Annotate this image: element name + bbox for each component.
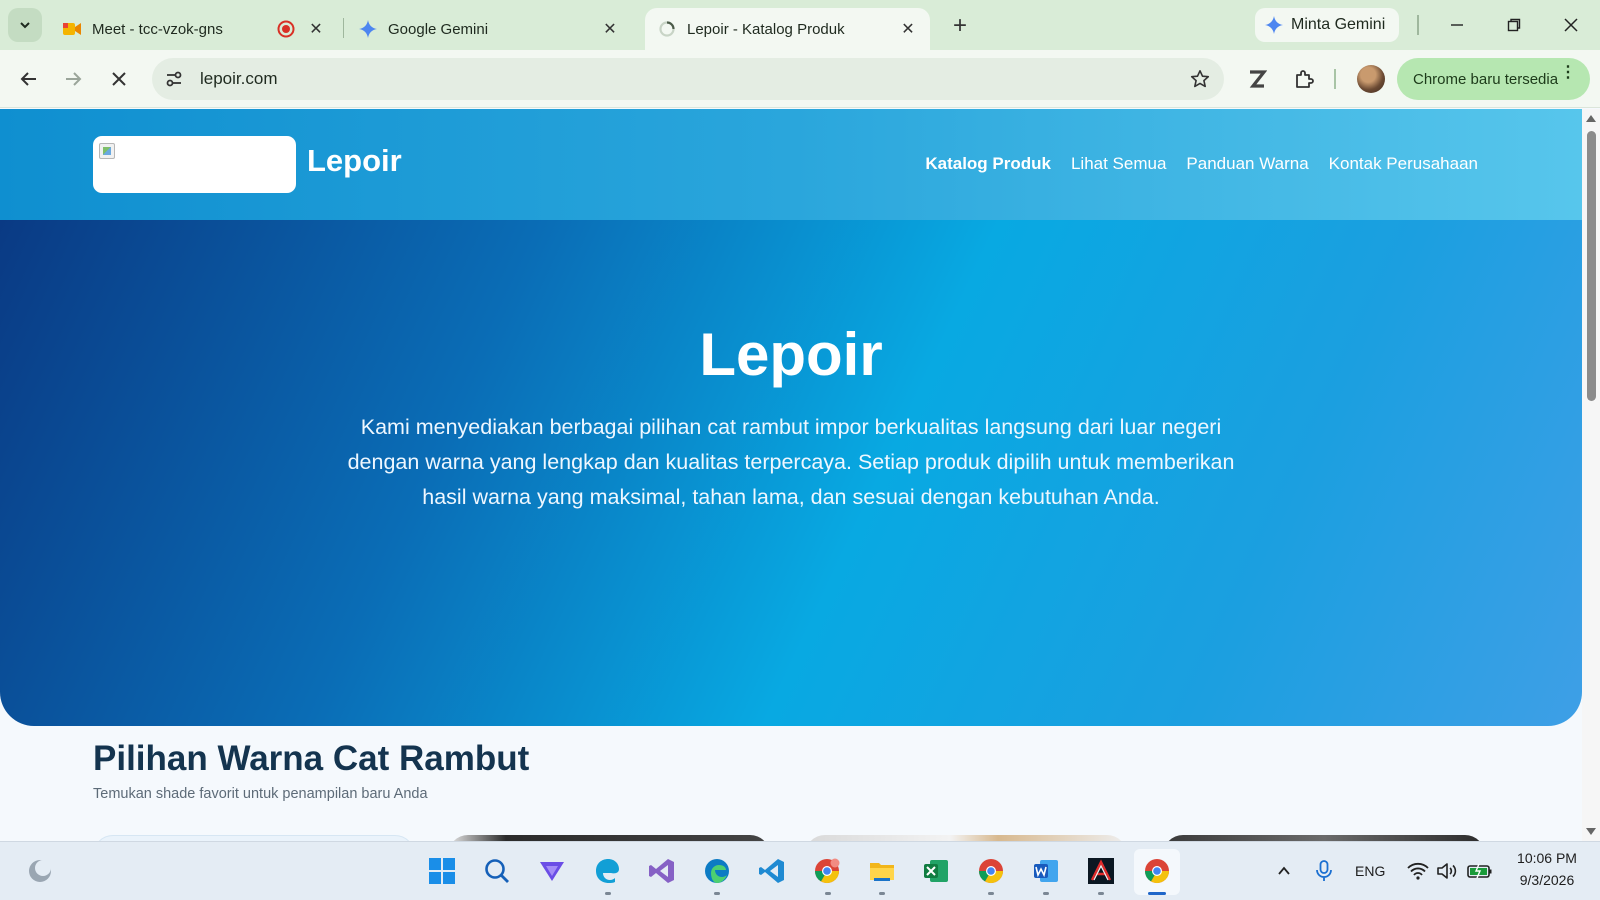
close-icon <box>1564 18 1578 32</box>
site-header: Lepoir Katalog Produk Lihat Semua Pandua… <box>0 109 1582 220</box>
chrome-icon[interactable] <box>974 854 1008 888</box>
chrome-active-icon[interactable] <box>1140 854 1174 888</box>
running-indicator <box>988 892 994 895</box>
close-window-button[interactable] <box>1551 10 1591 40</box>
tab-search-button[interactable] <box>8 8 42 42</box>
scroll-up-icon[interactable] <box>1586 115 1596 122</box>
tab-divider <box>343 18 344 38</box>
language-indicator[interactable]: ENG <box>1355 863 1385 879</box>
site-name[interactable]: Lepoir <box>307 143 402 179</box>
minimize-icon <box>1451 24 1463 26</box>
nav-panduan-warna[interactable]: Panduan Warna <box>1186 154 1308 174</box>
file-explorer-icon[interactable] <box>865 854 899 888</box>
chrome-profile-icon[interactable] <box>810 854 844 888</box>
edge-dev-icon[interactable] <box>590 854 624 888</box>
broken-image-icon <box>99 143 115 159</box>
loading-spinner-icon <box>657 19 677 39</box>
divider <box>1334 69 1336 89</box>
recording-icon <box>276 19 296 39</box>
hero-description: Kami menyediakan berbagai pilihan cat ra… <box>347 415 1235 509</box>
tab-lepoir[interactable]: Lepoir - Katalog Produk ✕ <box>645 8 930 50</box>
running-indicator <box>879 892 885 895</box>
forward-button[interactable] <box>56 62 90 96</box>
running-indicator <box>714 892 720 895</box>
plus-icon: + <box>952 12 967 39</box>
arrow-right-icon <box>66 72 82 86</box>
windows-start-icon[interactable] <box>425 854 459 888</box>
autocad-icon[interactable] <box>1084 854 1118 888</box>
update-label: Chrome baru tersedia <box>1413 70 1559 88</box>
arrow-left-icon <box>20 72 36 86</box>
hero-section: Lepoir Kami menyediakan berbagai pilihan… <box>0 220 1582 726</box>
clock-time[interactable]: 10:06 PM <box>1512 850 1582 866</box>
close-icon[interactable]: ✕ <box>306 19 326 39</box>
excel-icon[interactable] <box>919 854 953 888</box>
tab-title: Google Gemini <box>388 20 489 38</box>
extensions-puzzle-icon[interactable] <box>1287 62 1321 96</box>
tab-title: Lepoir - Katalog Produk <box>687 20 845 38</box>
back-button[interactable] <box>12 62 46 96</box>
tab-title: Meet - tcc-vzok-gns <box>92 20 223 38</box>
volume-icon[interactable] <box>1430 854 1464 888</box>
battery-charging-icon[interactable] <box>1463 854 1497 888</box>
running-indicator <box>1098 892 1104 895</box>
search-icon[interactable] <box>480 854 514 888</box>
minimize-button[interactable] <box>1437 10 1477 40</box>
web-page: Lepoir Katalog Produk Lihat Semua Pandua… <box>0 109 1582 841</box>
divider <box>1417 15 1419 35</box>
vpn-icon[interactable] <box>535 854 569 888</box>
running-indicator <box>605 892 611 895</box>
restore-icon <box>1507 18 1521 32</box>
close-icon <box>112 72 126 86</box>
close-icon[interactable]: ✕ <box>600 19 620 39</box>
chrome-update-button[interactable]: Chrome baru tersedia ⋮ <box>1397 58 1590 100</box>
more-menu-icon[interactable]: ⋮ <box>1560 65 1576 81</box>
gemini-icon <box>358 19 378 39</box>
stop-loading-button[interactable] <box>102 62 136 96</box>
ask-gemini-label: Minta Gemini <box>1291 16 1386 33</box>
running-indicator <box>825 892 831 895</box>
chevron-down-icon <box>20 22 30 29</box>
clock-date[interactable]: 9/3/2026 <box>1512 872 1582 888</box>
running-indicator <box>1043 892 1049 895</box>
extension-z-icon[interactable] <box>1240 62 1274 96</box>
hero-title: Lepoir <box>699 321 883 388</box>
chevron-up-icon[interactable] <box>1267 854 1301 888</box>
windows-taskbar: ENG 10:06 PM 9/3/2026 <box>0 841 1600 900</box>
close-icon[interactable]: ✕ <box>898 19 918 39</box>
scrollbar-thumb[interactable] <box>1587 131 1596 401</box>
nav-katalog-produk[interactable]: Katalog Produk <box>925 154 1051 174</box>
url-text: lepoir.com <box>200 69 278 88</box>
nav-kontak-perusahaan[interactable]: Kontak Perusahaan <box>1329 154 1478 174</box>
ask-gemini-button[interactable]: Minta Gemini <box>1255 8 1400 42</box>
restore-button[interactable] <box>1494 10 1534 40</box>
section-title: Pilihan Warna Cat Rambut <box>93 739 530 778</box>
visual-studio-icon[interactable] <box>645 854 679 888</box>
weather-icon[interactable] <box>23 854 57 888</box>
word-icon[interactable] <box>1029 854 1063 888</box>
bookmark-star-icon[interactable] <box>1180 59 1220 99</box>
browser-tab-bar: Meet - tcc-vzok-gns ✕ Google Gemini ✕ Le… <box>0 0 1600 50</box>
edge-icon[interactable] <box>700 854 734 888</box>
nav-lihat-semua[interactable]: Lihat Semua <box>1071 154 1166 174</box>
browser-toolbar: lepoir.com Chrome baru tersedia ⋮ <box>0 50 1600 108</box>
section-subtitle: Temukan shade favorit untuk penampilan b… <box>93 786 428 802</box>
vscode-icon[interactable] <box>755 854 789 888</box>
profile-avatar[interactable] <box>1357 65 1385 93</box>
active-indicator <box>1148 892 1166 895</box>
microphone-icon[interactable] <box>1307 854 1341 888</box>
page-scrollbar[interactable] <box>1582 109 1600 841</box>
site-logo-image[interactable] <box>93 136 296 193</box>
new-tab-button[interactable]: + <box>946 12 974 40</box>
gemini-icon <box>1265 16 1283 34</box>
tab-gemini[interactable]: Google Gemini ✕ <box>346 8 632 50</box>
tab-meet[interactable]: Meet - tcc-vzok-gns ✕ <box>50 8 338 50</box>
google-meet-icon <box>62 19 82 39</box>
site-info-icon[interactable] <box>154 59 194 99</box>
scroll-down-icon[interactable] <box>1586 828 1596 835</box>
address-bar[interactable]: lepoir.com <box>152 58 1224 100</box>
site-nav: Katalog Produk Lihat Semua Panduan Warna… <box>925 154 1478 174</box>
